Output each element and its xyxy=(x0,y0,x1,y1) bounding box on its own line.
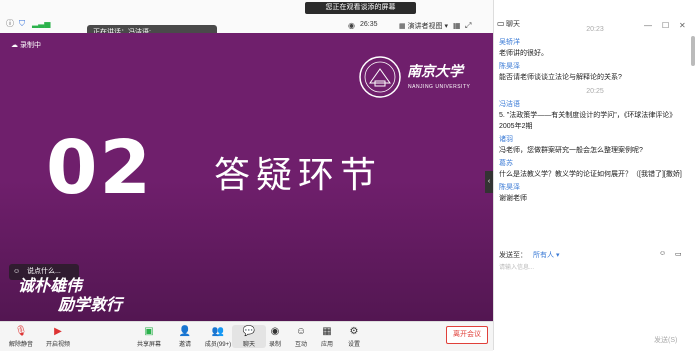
chat-input[interactable]: 请输入信息... xyxy=(499,262,694,322)
invite-icon: 👤 xyxy=(178,326,192,337)
chat-panel: ▭ 聊天 — ☐ ✕ 20:23 吴轿洋 老师讲的很好。 陈昊泽 能否请老师谈谈立法论与… xyxy=(493,0,700,350)
file-icon[interactable]: ▭ xyxy=(675,250,682,258)
send-to-label: 发送至： xyxy=(499,252,527,259)
university-name-zh: 南京大学 xyxy=(407,64,463,80)
message-sender[interactable]: 吴轿洋 xyxy=(499,38,691,48)
chat-message: 吴轿洋老师讲的很好。 xyxy=(499,38,691,59)
record-indicator-icon: ◉ xyxy=(348,21,355,30)
share-screen-label: 共享屏幕 xyxy=(136,342,161,348)
chat-message: 陈昊泽 谢谢老师 xyxy=(499,183,691,204)
share-screen-icon: ▣ xyxy=(144,326,154,337)
signal-icon[interactable]: ▂▃▅ xyxy=(32,19,50,29)
message-text: 什么是法教义学？教义学的论证如何展开？（[我错了][撒娇] xyxy=(499,171,682,178)
university-seal-icon xyxy=(359,56,401,98)
chat-timestamp: 20:25 xyxy=(586,88,604,95)
collapse-panel-button[interactable]: ‹ xyxy=(485,171,493,193)
camera-off-icon: ▶ xyxy=(54,326,62,337)
chat-message: 陈昊泽能否请老师谈谈立法论与解释论的关系? xyxy=(499,62,691,83)
view-mode-label: 演讲者视图 xyxy=(407,23,443,30)
message-text: 冯老师，您做群案研究一般会怎么整理案例呢? xyxy=(499,147,643,154)
gear-icon: ⚙ xyxy=(349,326,359,337)
invite-button[interactable]: 👤 邀请 xyxy=(168,325,202,348)
chevron-down-icon: ▾ xyxy=(442,23,449,30)
chat-message: 诸羽冯老师，您做群案研究一般会怎么整理案例呢? xyxy=(499,135,691,156)
chat-messages: 20:23 吴轿洋 老师讲的很好。 陈昊泽 能否请老师谈谈立法论与解释论的关系? 20:2… xyxy=(499,24,691,207)
invite-label: 邀请 xyxy=(178,342,191,348)
settings-button[interactable]: ⚙ 设置 xyxy=(337,325,371,348)
send-to-row: 发送至： 所有人 ▾ ☺ ▭ xyxy=(499,250,682,260)
emoji-icon[interactable]: ☺ xyxy=(659,250,666,257)
motto-line-2: 励学敦行 xyxy=(58,295,123,314)
cloud-record-icon: ☁ xyxy=(11,42,20,49)
unmute-button[interactable]: 🎙 解除静音 xyxy=(4,325,38,348)
message-sender[interactable]: 陈昊泽 xyxy=(499,183,691,193)
meeting-timer: 26:35 xyxy=(360,21,378,28)
message-sender[interactable]: 诸羽 xyxy=(499,135,691,145)
slide-title: 答疑环节 xyxy=(214,155,383,196)
message-sender[interactable]: 葛苏 xyxy=(499,159,691,169)
send-to-select[interactable]: 所有人 ▾ xyxy=(533,252,559,259)
settings-label: 设置 xyxy=(347,342,360,348)
chat-scrollbar[interactable] xyxy=(691,36,695,66)
university-name-en: NANJING UNIVERSITY xyxy=(408,84,471,90)
message-text: 谢谢老师 xyxy=(499,195,527,202)
chat-message: 葛苏什么是法教义学？教义学的论证如何展开？（[我错了][撒娇] xyxy=(499,159,691,180)
layout-icon[interactable]: ▦ xyxy=(453,21,461,31)
leave-meeting-button[interactable]: 离开会议 xyxy=(446,326,488,344)
message-text: 能否请老师谈谈立法论与解释论的关系? xyxy=(499,74,622,81)
sharing-banner: 您正在观看谈添的屏幕 xyxy=(305,2,416,14)
recording-label: 录制中 xyxy=(19,42,41,49)
chevron-left-icon: ‹ xyxy=(487,178,491,185)
start-video-button[interactable]: ▶ 开启视频 xyxy=(41,325,75,348)
grid-icon: ▦ xyxy=(399,23,408,30)
chat-timestamp: 20:23 xyxy=(586,26,604,33)
message-text: 老师讲的很好。 xyxy=(499,50,548,57)
send-to-value: 所有人 xyxy=(533,252,554,259)
recording-indicator: ☁ 录制中 xyxy=(11,40,41,50)
shared-screen: ☁ 录制中 南京大学 NANJING UNIVERSITY 02 答疑环节 ☺ … xyxy=(0,33,493,321)
mic-muted-icon: 🎙 xyxy=(14,326,28,337)
shield-icon[interactable]: ⛉ xyxy=(19,19,25,29)
share-screen-button[interactable]: ▣ 共享屏幕 xyxy=(132,325,166,348)
unmute-label: 解除静音 xyxy=(8,342,33,348)
section-number: 02 xyxy=(46,125,153,211)
message-text: 5. "法政策学——有关制度设计的学问"，《环球法律评论》2005年2期 xyxy=(499,112,677,130)
message-sender[interactable]: 陈昊泽 xyxy=(499,62,691,72)
fullscreen-icon[interactable]: ⤢ xyxy=(465,21,471,31)
meeting-toolbar: 🎙 解除静音 ▶ 开启视频 ▣ 共享屏幕 👤 邀请 👥 成员(99+) 💬 聊天 ◉ 录制 ☺… xyxy=(0,321,493,351)
message-sender[interactable]: 冯洁语 xyxy=(499,100,691,110)
send-button[interactable]: 发送(S) xyxy=(654,335,677,345)
view-mode-dropdown[interactable]: ▦ 演讲者视图 ▾ xyxy=(399,21,448,31)
start-video-label: 开启视频 xyxy=(45,342,70,348)
chat-message: 冯洁语 5. "法政策学——有关制度设计的学问"，《环球法律评论》2005年2期 xyxy=(499,100,691,132)
info-icon[interactable]: ⓘ xyxy=(6,19,14,29)
